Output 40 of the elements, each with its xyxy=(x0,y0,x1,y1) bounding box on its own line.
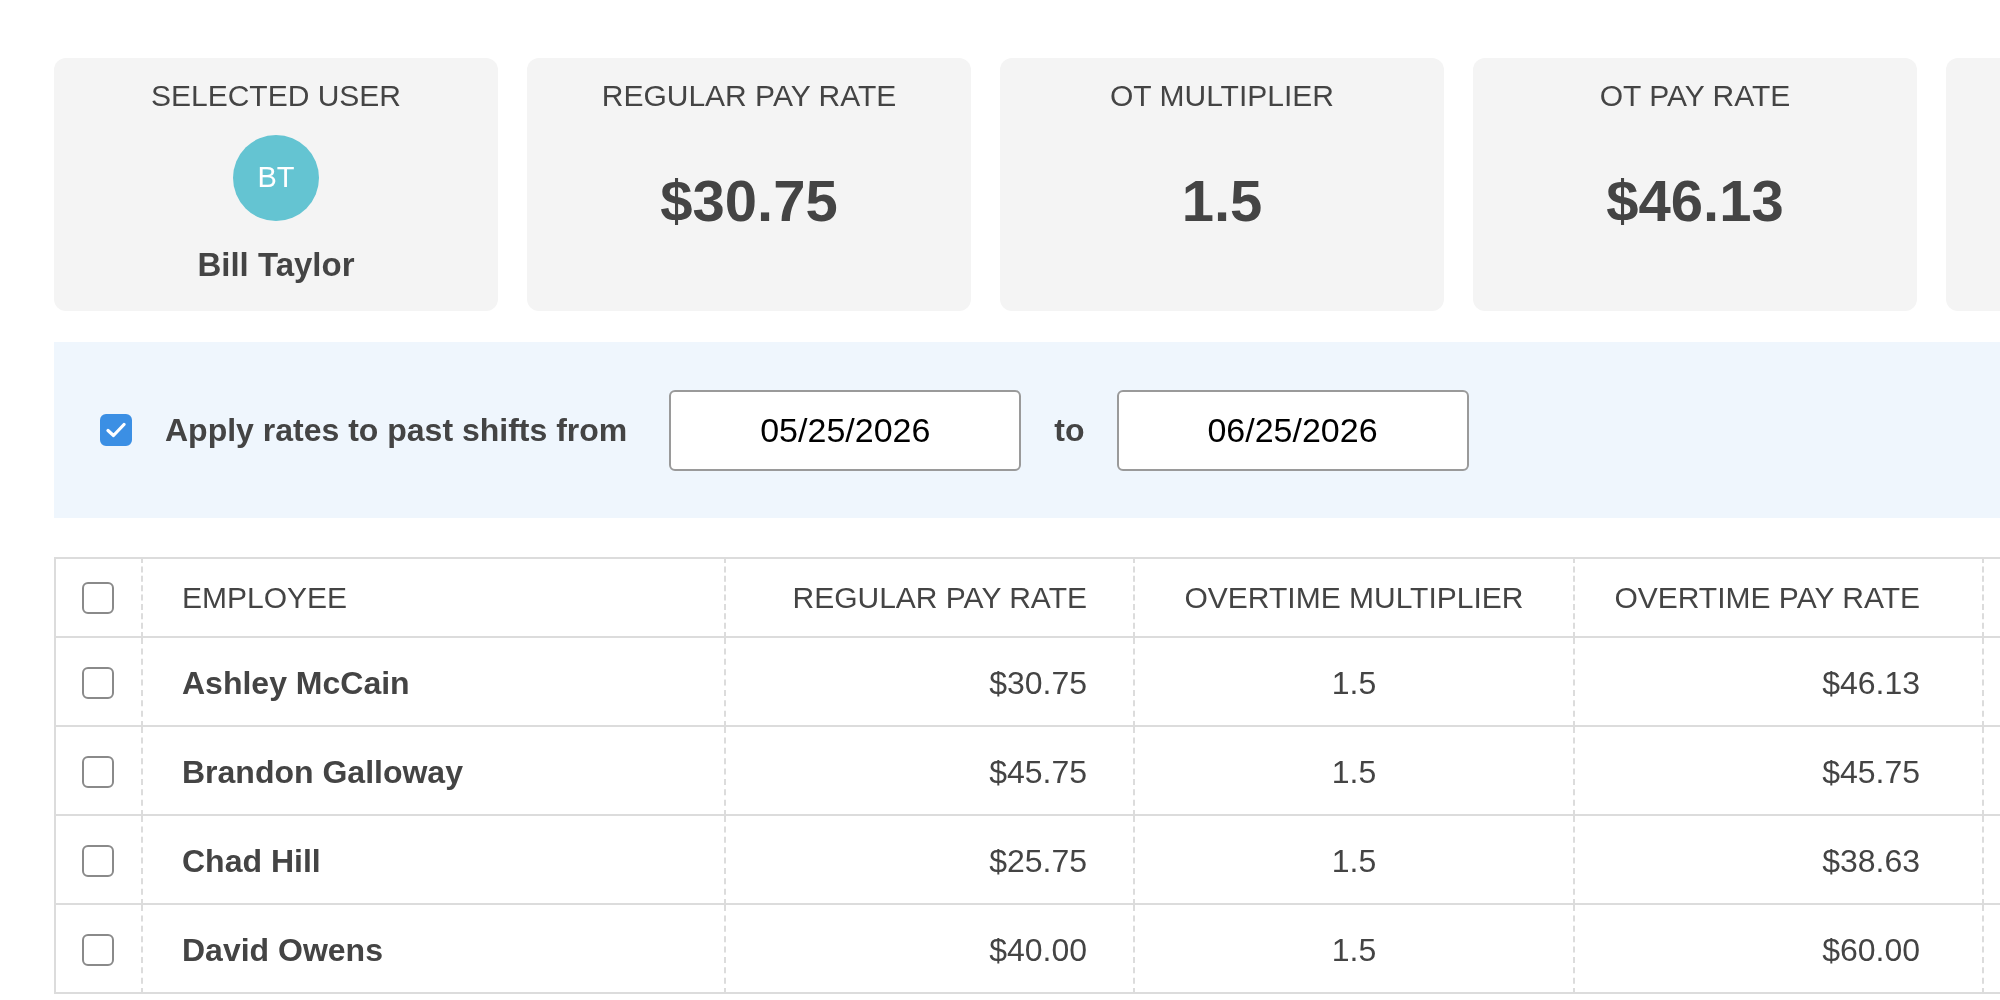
table-cell: $60.00 xyxy=(1573,905,1982,994)
checkbox[interactable] xyxy=(81,581,114,614)
table-cell: $40.00 xyxy=(724,905,1133,994)
table-cell: 1.5 xyxy=(1133,905,1573,994)
employee-name: David Owens xyxy=(141,905,724,994)
card-label: SELECTED USER xyxy=(150,78,402,114)
table-cell: $25.75 xyxy=(724,816,1133,905)
table-cell: $46.13 xyxy=(1573,638,1982,727)
table-cell: 1.5 xyxy=(1133,727,1573,816)
date-input[interactable]: 06/25/2026 xyxy=(1116,389,1469,471)
table-cell: $45.75 xyxy=(1573,727,1982,816)
filter-label: Apply rates to past shifts from xyxy=(165,411,628,450)
range-separator-label: to xyxy=(1054,411,1085,450)
card-label: REGULAR PAY RATE xyxy=(601,78,897,114)
checkbox[interactable] xyxy=(81,755,114,788)
user-name: Bill Taylor xyxy=(197,245,355,285)
checkbox[interactable] xyxy=(81,933,114,966)
employee-name: Ashley McCain xyxy=(141,638,724,727)
column-header: EMPLOYEE xyxy=(141,557,724,638)
column-header: OVERTIME MULTIPLIER xyxy=(1133,557,1573,638)
checkbox[interactable] xyxy=(81,666,114,699)
checkmark-icon xyxy=(106,422,126,438)
checkbox[interactable] xyxy=(81,844,114,877)
avatar: BT xyxy=(233,135,319,221)
table-cell: 1.5 xyxy=(1133,638,1573,727)
card-label: OT PAY RATE xyxy=(1599,78,1791,114)
table-cell: $30.75 xyxy=(724,638,1133,727)
employee-name: Chad Hill xyxy=(141,816,724,905)
card-label: OT MULTIPLIER xyxy=(1110,78,1334,114)
table-cell: $45.75 xyxy=(724,727,1133,816)
date-input[interactable]: 05/25/2026 xyxy=(669,389,1022,471)
card-value: 1.5 xyxy=(1181,167,1263,235)
employee-name: Brandon Galloway xyxy=(141,727,724,816)
card-value: $30.75 xyxy=(660,167,838,235)
table-cell: $38.63 xyxy=(1573,816,1982,905)
checkbox[interactable] xyxy=(100,414,132,446)
table-cell: 1.5 xyxy=(1133,816,1573,905)
card-value: $46.13 xyxy=(1606,167,1784,235)
column-header: OVERTIME PAY RATE xyxy=(1573,557,1982,638)
column-header: REGULAR PAY RATE xyxy=(724,557,1133,638)
